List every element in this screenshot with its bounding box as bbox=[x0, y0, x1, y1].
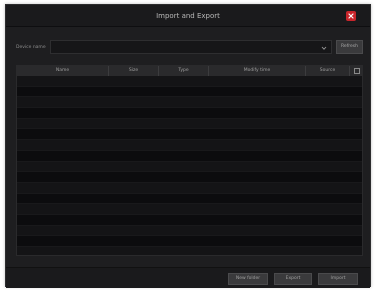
table-row bbox=[17, 118, 362, 130]
select-all-checkbox[interactable] bbox=[354, 68, 360, 74]
device-name-label: Device name bbox=[16, 45, 46, 50]
file-table: Name Size Type Modify time Source bbox=[16, 65, 363, 256]
table-row bbox=[17, 86, 362, 98]
table-row bbox=[17, 236, 362, 247]
table-row bbox=[17, 172, 362, 183]
refresh-button[interactable]: Refresh bbox=[336, 40, 363, 54]
column-header-size[interactable]: Size bbox=[109, 66, 159, 76]
column-header-type[interactable]: Type bbox=[159, 66, 209, 76]
column-header-name[interactable]: Name bbox=[17, 66, 109, 76]
table-row bbox=[17, 182, 362, 194]
export-button[interactable]: Export bbox=[274, 273, 312, 285]
column-header-source[interactable]: Source bbox=[306, 66, 350, 76]
table-row bbox=[17, 204, 362, 215]
table-header: Name Size Type Modify time Source bbox=[17, 66, 362, 76]
import-button[interactable]: Import bbox=[318, 273, 358, 285]
import-export-dialog: Import and Export Device name Refresh Na… bbox=[5, 4, 371, 288]
table-row bbox=[17, 76, 362, 87]
close-icon bbox=[348, 13, 354, 19]
new-folder-button[interactable]: New folder bbox=[228, 273, 268, 285]
table-row bbox=[17, 129, 362, 141]
dialog-title: Import and Export bbox=[156, 12, 220, 20]
table-row bbox=[17, 161, 362, 173]
table-row bbox=[17, 247, 362, 255]
table-row bbox=[17, 108, 362, 119]
table-row bbox=[17, 225, 362, 237]
table-row bbox=[17, 193, 362, 205]
table-row bbox=[17, 214, 362, 226]
table-body bbox=[17, 76, 362, 255]
table-row bbox=[17, 140, 362, 151]
column-header-modify-time[interactable]: Modify time bbox=[209, 66, 306, 76]
table-row bbox=[17, 150, 362, 162]
close-button[interactable] bbox=[346, 11, 356, 21]
table-row bbox=[17, 97, 362, 109]
footer-bar: New folder Export Import bbox=[6, 267, 370, 288]
chevron-down-icon bbox=[321, 46, 327, 50]
title-bar[interactable]: Import and Export bbox=[6, 5, 370, 27]
device-select[interactable] bbox=[50, 40, 332, 54]
